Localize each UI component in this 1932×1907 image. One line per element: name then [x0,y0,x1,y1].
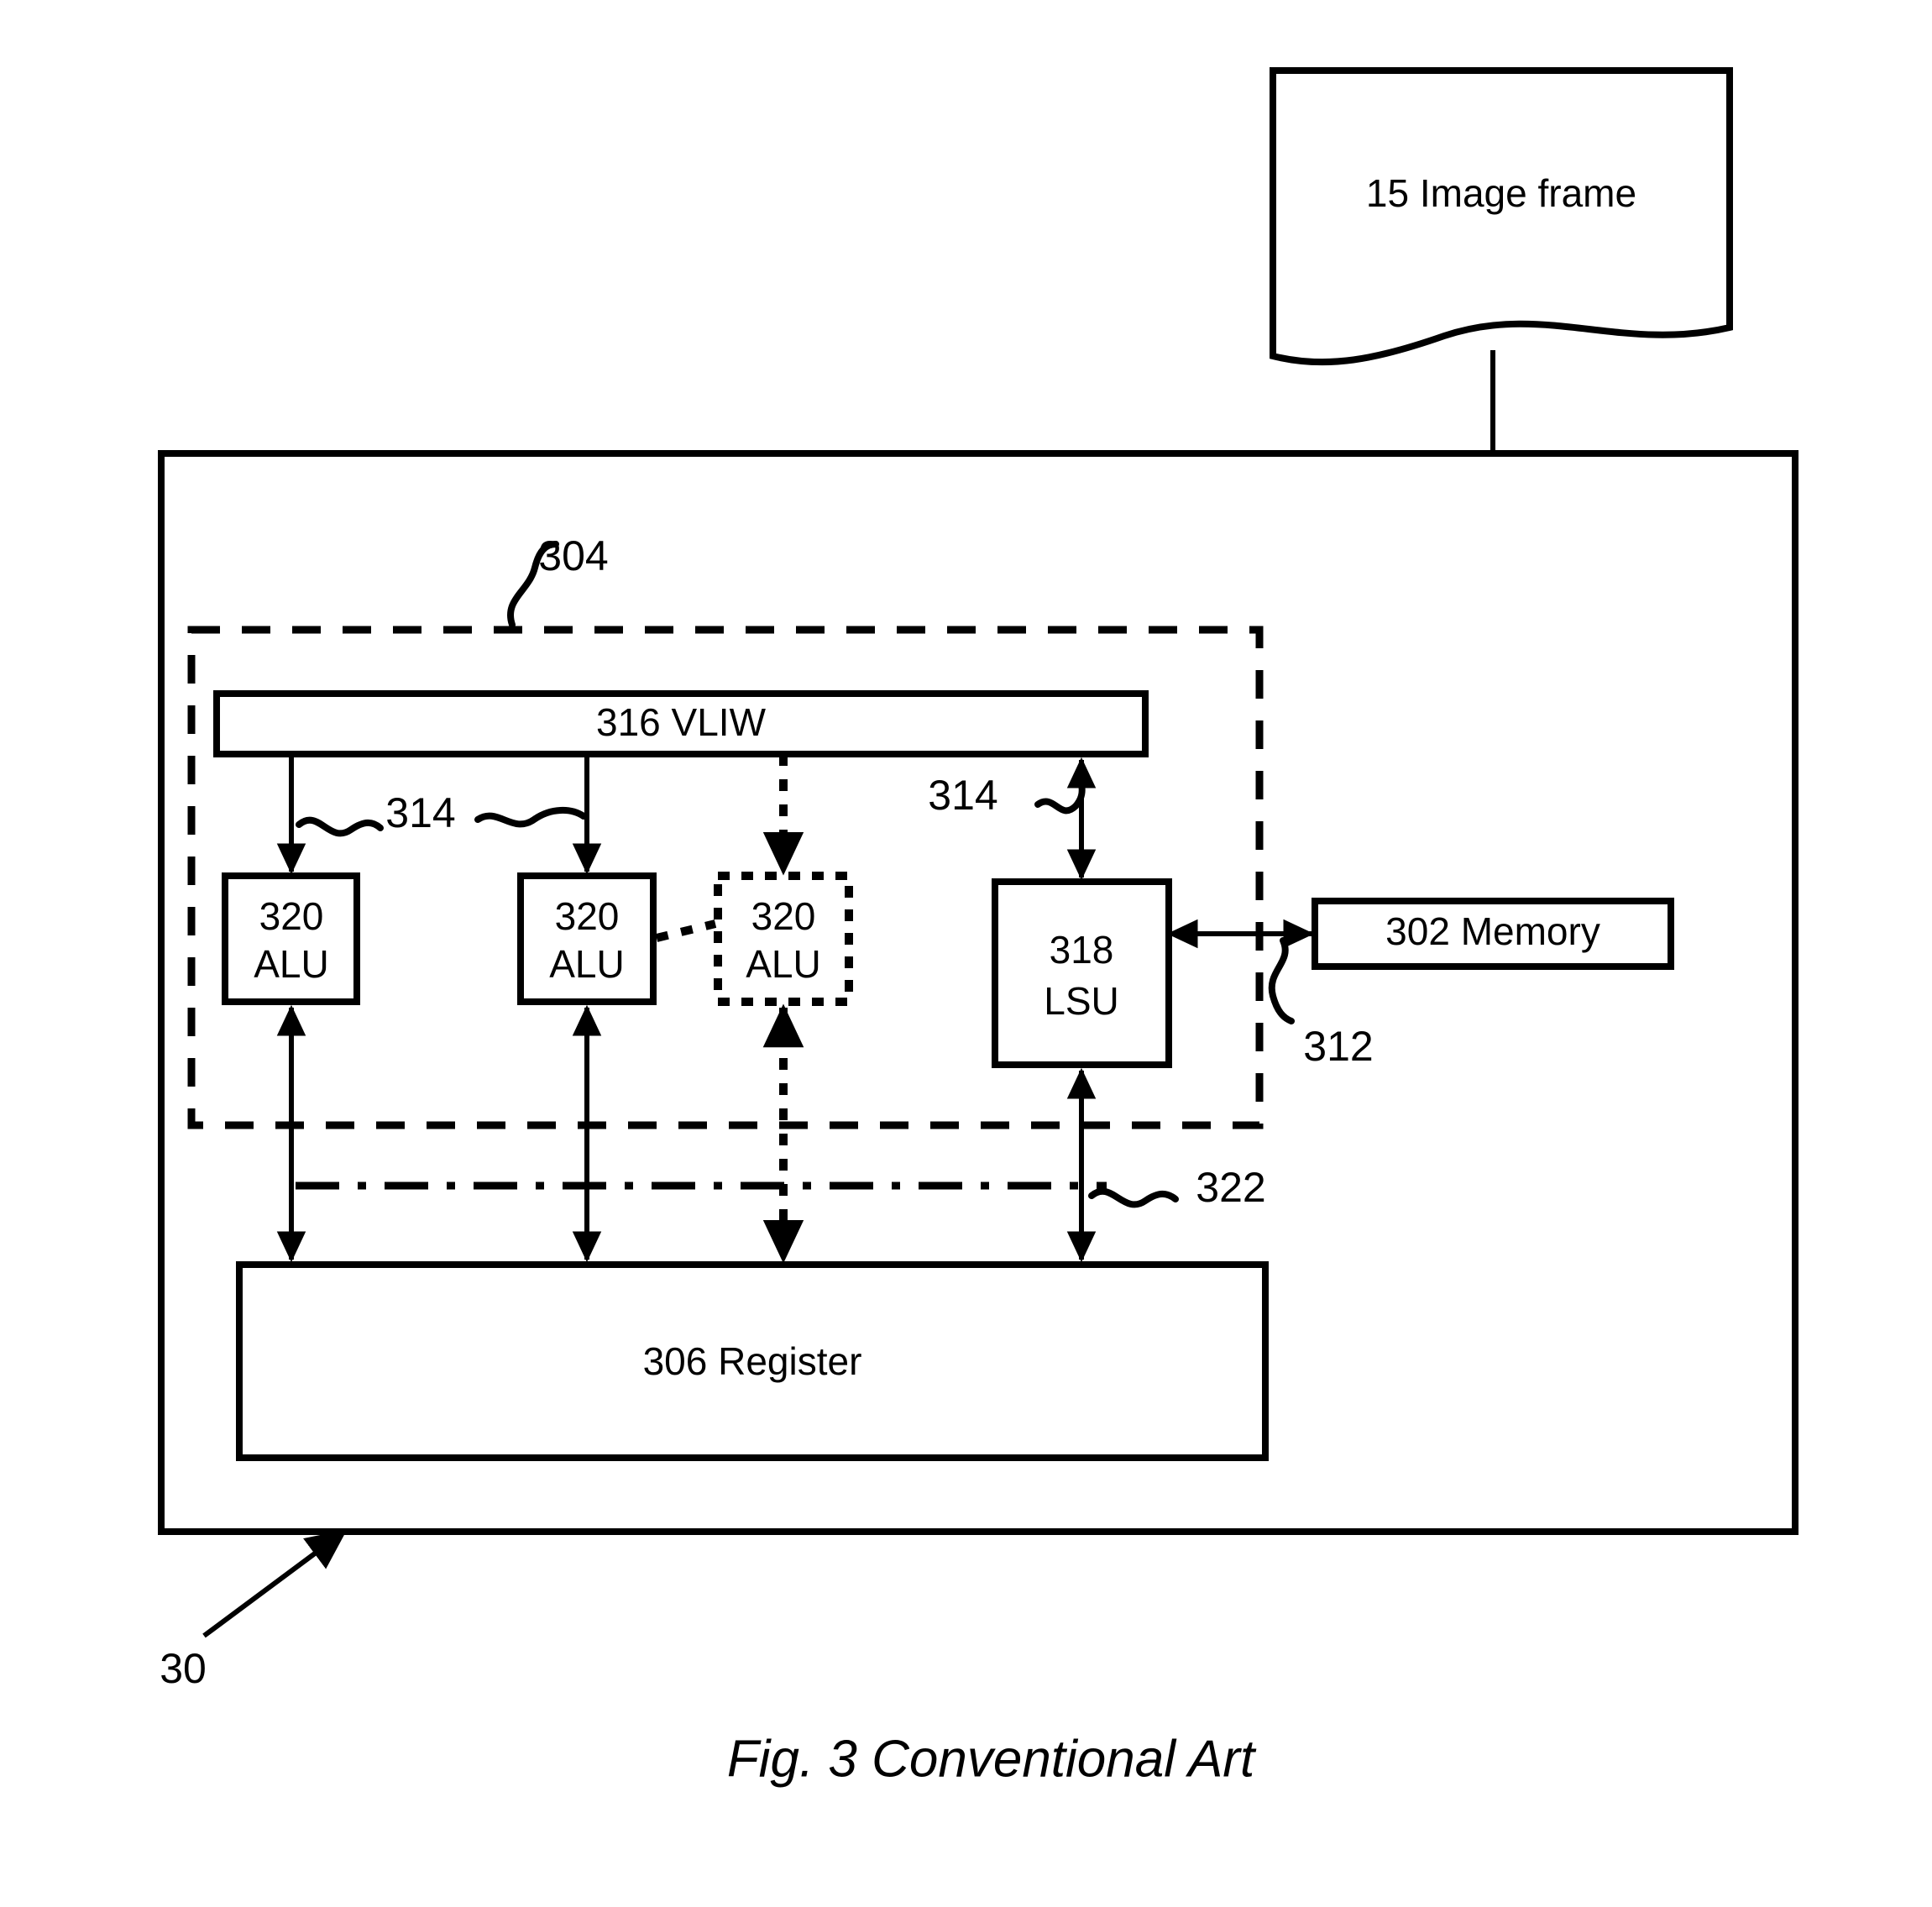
ref-numeral-30: 30 [160,1645,207,1692]
alu-3-ref: 320 [751,894,816,938]
figure-canvas: 15 Image frame 310 30 304 316 VLIW [0,0,1932,1907]
alu-1-label: ALU [254,942,328,986]
figure-svg: 15 Image frame 310 30 304 316 VLIW [158,67,1798,1788]
ref-numeral-322: 322 [1196,1164,1265,1211]
image-frame-block: 15 Image frame [1270,67,1733,366]
register-label: 306 Register [643,1339,862,1383]
ref-numeral-314-left: 314 [385,789,455,836]
lsu-label: LSU [1044,979,1118,1023]
vliw-block: 316 VLIW [213,690,1149,757]
ref-numeral-312: 312 [1303,1023,1373,1070]
alu-3-block: 320 ALU [714,872,853,1006]
figure-caption: Fig. 3 Conventional Art [727,1730,1257,1788]
lsu-ref: 318 [1050,928,1114,972]
memory-label: 302 Memory [1385,909,1600,953]
lsu-block: 318 LSU [992,878,1172,1068]
leader-arrow-30 [202,1529,348,1638]
alu-2-ref: 320 [555,894,620,938]
vliw-label: 316 VLIW [596,700,767,744]
ref-numeral-314-right: 314 [928,772,997,819]
register-block: 306 Register [236,1261,1269,1461]
image-frame-label: 15 Image frame [1366,171,1636,215]
ref-numeral-304: 304 [538,532,608,579]
alu-2-block: 320 ALU [517,872,657,1005]
alu-3-label: ALU [746,942,820,986]
alu-1-ref: 320 [259,894,324,938]
lsu-box [992,878,1172,1068]
memory-block: 302 Memory [1312,898,1674,970]
system-ref-30: 30 [160,1529,348,1692]
alu-2-label: ALU [549,942,624,986]
alu-1-block: 320 ALU [222,872,360,1005]
image-frame-shape [1270,67,1733,366]
